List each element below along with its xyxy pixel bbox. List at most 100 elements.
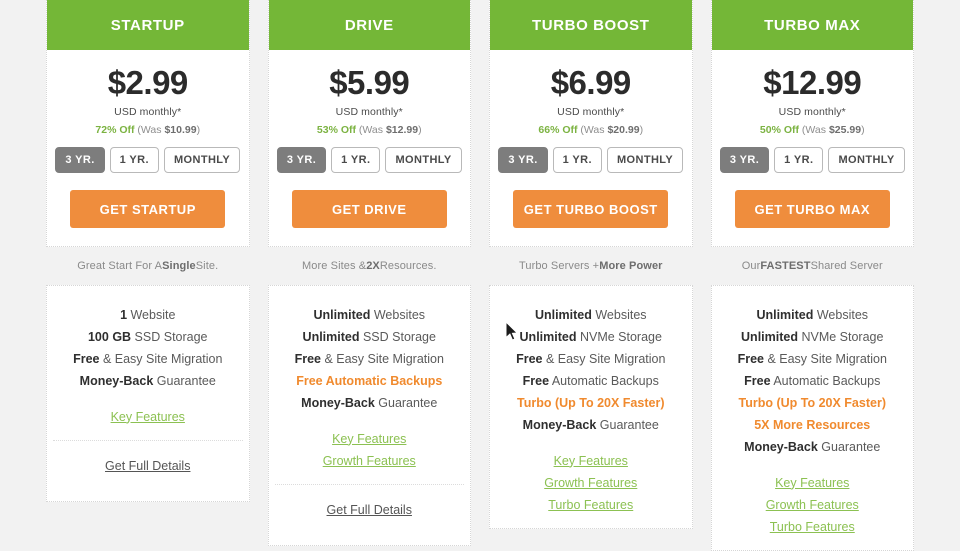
plan-discount: 66% Off (Was $20.99) — [498, 124, 684, 136]
discount-was-price: (Was $20.99) — [578, 124, 644, 136]
feature-emphasis: Unlimited — [520, 330, 577, 344]
term-button-1yr[interactable]: 1 YR. — [110, 147, 159, 173]
get-full-details-link[interactable]: Get Full Details — [327, 503, 412, 517]
feature-rest: SSD Storage — [131, 330, 207, 344]
plan-tagline: Our FASTEST Shared Server — [711, 247, 915, 285]
plan-price: $2.99 — [55, 66, 241, 101]
plan-tagline: Turbo Servers + More Power — [489, 247, 693, 285]
tagline-post: Shared Server — [811, 260, 883, 272]
feature-item: Money-Back Guarantee — [718, 436, 908, 458]
plan-body: $5.99 USD monthly* 53% Off (Was $12.99) 3 Y… — [269, 50, 471, 246]
pricing-column: TURBO MAX$12.99USD monthly*50% Off (Was … — [711, 0, 915, 551]
pricing-column: TURBO BOOST$6.99USD monthly*66% Off (Was… — [489, 0, 693, 551]
term-button-3yr[interactable]: 3 YR. — [720, 147, 769, 173]
feature-emphasis: Money-Back — [301, 396, 375, 410]
feature-link[interactable]: Key Features — [496, 450, 686, 472]
feature-rest: Websites — [813, 308, 868, 322]
feature-emphasis: Turbo (Up To 20X Faster) — [739, 396, 886, 410]
feature-emphasis: Unlimited — [535, 308, 592, 322]
feature-emphasis: Unlimited — [313, 308, 370, 322]
plan-price: $6.99 — [498, 66, 684, 101]
plan-name-header: TURBO MAX — [712, 0, 914, 50]
plan-price: $5.99 — [277, 66, 463, 101]
plan-cta-button[interactable]: GET TURBO MAX — [735, 190, 890, 228]
feature-link[interactable]: Turbo Features — [496, 494, 686, 516]
plan-card: STARTUP$2.99USD monthly*72% Off (Was $10… — [46, 0, 250, 247]
discount-was-price: (Was $25.99) — [799, 124, 865, 136]
plan-card: DRIVE $5.99 USD monthly* 53% Off (Was $12.9… — [268, 0, 472, 247]
term-button-monthly[interactable]: MONTHLY — [828, 147, 904, 173]
discount-percent: 66% Off — [538, 124, 577, 136]
term-button-3yr[interactable]: 3 YR. — [55, 147, 104, 173]
feature-item: Money-Back Guarantee — [496, 414, 686, 436]
feature-emphasis: 5X More Resources — [754, 418, 870, 432]
plan-cta-button[interactable]: GET DRIVE — [292, 190, 447, 228]
feature-rest: & Easy Site Migration — [321, 352, 444, 366]
features-card: 1 Website100 GB SSD Storage Free & Easy S… — [46, 285, 250, 502]
feature-emphasis: Unlimited — [756, 308, 813, 322]
feature-emphasis: Money-Back — [744, 440, 818, 454]
plan-price-unit: USD monthly* — [55, 106, 241, 118]
tagline-pre: Turbo Servers + — [519, 260, 599, 272]
plan-cta-button[interactable]: GET STARTUP — [70, 190, 225, 228]
plan-cta-button[interactable]: GET TURBO BOOST — [513, 190, 668, 228]
term-button-1yr[interactable]: 1 YR. — [553, 147, 602, 173]
feature-item: 100 GB SSD Storage — [53, 326, 243, 348]
feature-emphasis: Free — [73, 352, 99, 366]
feature-item: Free & Easy Site Migration — [275, 348, 465, 370]
discount-was-price: (Was $10.99) — [135, 124, 201, 136]
feature-link[interactable]: Turbo Features — [718, 516, 908, 538]
feature-emphasis: Unlimited — [741, 330, 798, 344]
feature-emphasis: Free — [295, 352, 321, 366]
feature-link[interactable]: Key Features — [275, 428, 465, 450]
feature-item: Free & Easy Site Migration — [496, 348, 686, 370]
tagline-pre: Our — [742, 260, 761, 272]
tagline-emphasis: Single — [162, 260, 196, 272]
plan-tagline: More Sites & 2X Resources. — [268, 247, 472, 285]
discount-percent: 53% Off — [317, 124, 356, 136]
term-selector: 3 YR.1 YR.MONTHLY — [277, 147, 463, 173]
feature-item: Free Automatic Backups — [718, 370, 908, 392]
feature-item: Free Automatic Backups — [496, 370, 686, 392]
discount-percent: 50% Off — [760, 124, 799, 136]
feature-links: Key FeaturesGrowth FeaturesTurbo Feature… — [496, 450, 686, 516]
feature-link[interactable]: Growth Features — [718, 494, 908, 516]
feature-link[interactable]: Growth Features — [275, 450, 465, 472]
term-button-3yr[interactable]: 3 YR. — [498, 147, 547, 173]
feature-emphasis: Free — [516, 352, 542, 366]
plan-name-header: TURBO BOOST — [490, 0, 692, 50]
discount-was-price: (Was $12.99) — [356, 124, 422, 136]
plan-name-header: DRIVE — [269, 0, 471, 50]
term-button-monthly[interactable]: MONTHLY — [164, 147, 240, 173]
feature-links: Key FeaturesGrowth Features — [275, 428, 465, 472]
get-full-details-link[interactable]: Get Full Details — [105, 459, 190, 473]
tagline-pre: Great Start For A — [77, 260, 162, 272]
tagline-emphasis: FASTEST — [760, 260, 810, 272]
feature-rest: & Easy Site Migration — [99, 352, 222, 366]
feature-link[interactable]: Key Features — [53, 406, 243, 428]
feature-rest: Guarantee — [153, 374, 216, 388]
feature-item: Money-Back Guarantee — [53, 370, 243, 392]
term-button-monthly[interactable]: MONTHLY — [607, 147, 683, 173]
plan-card: TURBO BOOST$6.99USD monthly*66% Off (Was… — [489, 0, 693, 247]
feature-link[interactable]: Growth Features — [496, 472, 686, 494]
feature-item: Unlimited Websites — [718, 304, 908, 326]
full-details-section: Get Full Details — [275, 484, 465, 533]
plan-price-unit: USD monthly* — [277, 106, 463, 118]
plan-body: $6.99USD monthly*66% Off (Was $20.99)3 Y… — [490, 50, 692, 246]
feature-item: 1 Website — [53, 304, 243, 326]
term-button-3yr[interactable]: 3 YR. — [277, 147, 326, 173]
feature-link[interactable]: Key Features — [718, 472, 908, 494]
term-button-1yr[interactable]: 1 YR. — [774, 147, 823, 173]
feature-emphasis: Free — [738, 352, 764, 366]
feature-rest: Websites — [592, 308, 647, 322]
term-button-1yr[interactable]: 1 YR. — [331, 147, 380, 173]
term-button-monthly[interactable]: MONTHLY — [385, 147, 461, 173]
feature-item: Unlimited Websites — [496, 304, 686, 326]
features-card: Unlimited WebsitesUnlimited SSD StorageF… — [268, 285, 472, 546]
plan-discount: 53% Off (Was $12.99) — [277, 124, 463, 136]
pricing-column: STARTUP$2.99USD monthly*72% Off (Was $10… — [46, 0, 250, 551]
feature-emphasis: Unlimited — [303, 330, 360, 344]
feature-rest: Guarantee — [818, 440, 881, 454]
feature-rest: Automatic Backups — [549, 374, 659, 388]
